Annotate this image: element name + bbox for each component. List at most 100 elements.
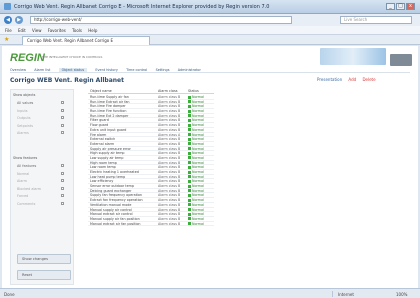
reset-button[interactable]: Reset (17, 270, 71, 280)
objects-filter-row[interactable]: Setpoints (17, 123, 75, 129)
nav-settings[interactable]: Settings (156, 68, 170, 72)
features-filter-row[interactable]: Comments (17, 201, 75, 207)
objects-filter-checkbox[interactable] (61, 123, 64, 127)
object-name-cell[interactable]: Low supply air temp (90, 156, 123, 160)
features-filter-row[interactable]: Forced (17, 194, 75, 199)
status-cell: Normal (192, 179, 204, 184)
presentation-link[interactable]: Presentation (317, 77, 342, 82)
features-filter-checkbox[interactable] (61, 171, 64, 175)
object-name-cell[interactable]: Sensor error outdoor temp (90, 184, 134, 188)
objects-filter-row[interactable]: Inputs (17, 108, 75, 114)
page-content: REGIN THE INTELLIGENT CHOICE IN CONTROLS… (2, 46, 418, 288)
search-input[interactable]: Live Search (340, 16, 412, 24)
features-filter-row[interactable]: All features (17, 164, 75, 169)
object-name-cell[interactable]: Extract fan frequency operation (90, 198, 143, 202)
alarm-class-cell: Alarm class B (158, 104, 181, 109)
object-name-cell[interactable]: Run-time Supply air fan (90, 95, 129, 99)
features-filter-checkbox[interactable] (61, 186, 64, 190)
features-filter-checkbox[interactable] (61, 201, 64, 205)
object-name-cell[interactable]: Fire alarm (90, 133, 106, 137)
nav-alarm-list[interactable]: Alarm list (34, 68, 50, 72)
features-filter-checkbox[interactable] (61, 194, 64, 197)
nav-administrator[interactable]: Administrator (178, 68, 201, 72)
object-name-cell[interactable]: Run-time Fire function (90, 109, 126, 113)
forward-icon[interactable]: ▶ (15, 16, 23, 24)
col-status[interactable]: Status (188, 89, 199, 93)
nav-time-control[interactable]: Time control (126, 68, 147, 72)
alarm-class-cell: Alarm class B (158, 165, 181, 170)
object-name-cell[interactable]: External alarm (90, 142, 114, 146)
object-name-cell[interactable]: Low room temp (90, 165, 116, 169)
objects-filter-checkbox[interactable] (61, 101, 64, 104)
object-name-cell[interactable]: Run-time Extract air fan (90, 100, 129, 104)
menu-favorites[interactable]: Favorites (48, 28, 66, 33)
main-nav: Overview Alarm list Object status Event … (10, 67, 410, 73)
alarm-class-cell: Alarm class B (158, 155, 181, 160)
object-name-cell[interactable]: Run-time Fire damper (90, 104, 126, 108)
objects-filter-row[interactable]: Alarms (17, 131, 75, 136)
table-row[interactable]: Manual extract air fan position Alarm cla… (88, 222, 214, 227)
object-name-cell[interactable]: Manual extract air control (90, 212, 133, 216)
minimize-button[interactable]: _ (386, 3, 395, 10)
menu-tools[interactable]: Tools (72, 28, 82, 33)
object-name-cell[interactable]: External switch (90, 137, 115, 141)
zoom-level[interactable]: 100% (396, 292, 407, 297)
status-indicator-icon (188, 142, 191, 146)
menu-view[interactable]: View (32, 28, 42, 33)
status-cell: Normal (192, 202, 204, 207)
object-name-cell[interactable]: Low heat pump temp (90, 175, 125, 179)
features-filter-checkbox[interactable] (61, 164, 64, 167)
object-name-cell[interactable]: Deicing guard exchanger (90, 189, 131, 193)
object-name-cell[interactable]: Flow guard (90, 123, 108, 127)
col-alarm-class[interactable]: Alarm class (158, 89, 177, 93)
objects-filter-row[interactable]: All values (17, 101, 75, 106)
menu-help[interactable]: Help (88, 28, 97, 33)
object-name-cell[interactable]: Low efficiency (90, 179, 113, 183)
objects-filter-label: Outputs (17, 116, 31, 120)
object-name-cell[interactable]: High room temp (90, 161, 117, 165)
show-changes-button[interactable]: Show changes (17, 254, 71, 264)
nav-object-status[interactable]: Object status (58, 68, 88, 72)
status-cell: Normal (192, 141, 204, 146)
alarm-class-cell: Alarm class B (158, 109, 181, 114)
object-name-cell[interactable]: Supply air pressure error (90, 147, 131, 151)
object-name-cell[interactable]: High supply air temp (90, 151, 125, 155)
object-name-cell[interactable]: Electric heating 1 overheated (90, 170, 139, 174)
objects-filter-checkbox[interactable] (61, 116, 64, 119)
back-icon[interactable]: ◀ (4, 16, 12, 24)
features-filter-row[interactable]: Normal (17, 171, 75, 177)
star-icon[interactable]: ★ (4, 37, 9, 43)
menu-edit[interactable]: Edit (18, 28, 26, 33)
menu-file[interactable]: File (5, 28, 12, 33)
browser-app-icon (4, 3, 11, 10)
status-indicator-icon (188, 161, 191, 165)
object-name-cell[interactable]: Run-time Ext 2 damper (90, 114, 128, 118)
url-input[interactable]: http://corrigo-web-vent/ (30, 16, 292, 24)
object-name-cell[interactable]: Filter guard (90, 118, 109, 122)
objects-filter-checkbox[interactable] (61, 108, 64, 112)
nav-event-history[interactable]: Event history (95, 68, 117, 72)
tab-current[interactable]: Corrigo Web Vent. Regin Allbanet Corrigo… (22, 36, 150, 45)
object-name-cell[interactable]: Ventilation manual mode (90, 203, 131, 207)
objects-filter-checkbox[interactable] (61, 131, 64, 134)
object-name-cell[interactable]: Extra unit input guard (90, 128, 126, 132)
add-link[interactable]: Add (348, 77, 356, 82)
features-filter-checkbox[interactable] (61, 179, 64, 182)
features-filter-row[interactable]: Alarm (17, 179, 75, 184)
alarm-class-cell: Alarm class B (158, 127, 181, 132)
status-indicator-icon (188, 165, 191, 169)
status-cell: Normal (192, 193, 204, 198)
alarm-class-cell: Alarm class B (158, 184, 181, 189)
nav-overview[interactable]: Overview (10, 68, 26, 72)
delete-link[interactable]: Delete (362, 77, 375, 82)
objects-filter-row[interactable]: Outputs (17, 116, 75, 121)
object-name-cell[interactable]: Manual supply air fan position (90, 217, 140, 221)
status-cell: Normal (192, 216, 204, 221)
object-name-cell[interactable]: Manual extract air fan position (90, 222, 141, 226)
object-name-cell[interactable]: Supply fan frequency operation (90, 193, 142, 197)
col-object-name[interactable]: Object name (90, 89, 112, 93)
maximize-button[interactable]: □ (396, 3, 405, 10)
features-filter-row[interactable]: Blocked alarm (17, 186, 75, 192)
close-button[interactable]: x (406, 3, 415, 10)
object-name-cell[interactable]: Manual supply air control (90, 208, 132, 212)
